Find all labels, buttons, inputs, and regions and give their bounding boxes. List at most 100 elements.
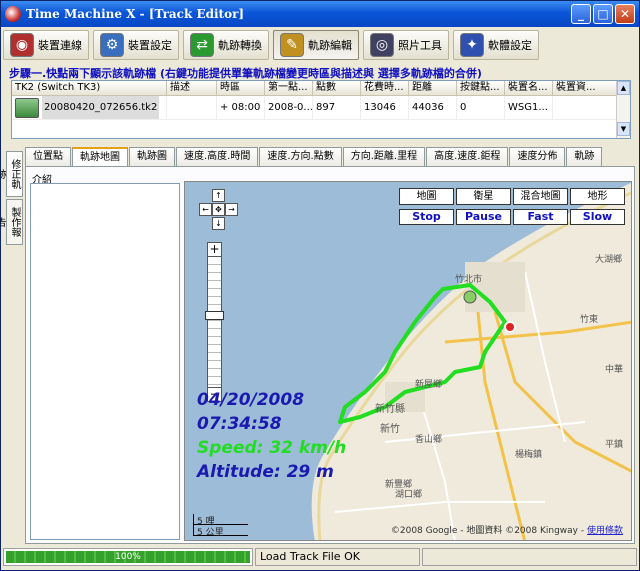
pan-up-icon[interactable]: ↑ [212, 189, 225, 202]
map-label: 新竹 [380, 422, 400, 435]
maximize-button[interactable]: □ [593, 4, 613, 24]
progress-bar: 100% [3, 548, 253, 566]
map-label: 楊梅鎮 [515, 448, 542, 460]
map-label: 竹北市 [455, 273, 482, 285]
app-logo-icon [5, 6, 21, 22]
table-row[interactable]: 20080420_072656.tk2 + 08:00 2008-0... 89… [12, 96, 630, 120]
side-tab-fix-track[interactable]: 修正軌跡 [0, 151, 23, 197]
photo-tool-button[interactable]: ◎ 照片工具 [363, 30, 449, 60]
track-edit-icon: ✎ [280, 33, 304, 57]
table-header: TK2 (Switch TK3) 描述 時區 第一點... 點數 花費時... … [12, 81, 630, 96]
map-label: 新屋鄉 [415, 378, 442, 390]
pan-center-icon[interactable]: ✥ [212, 203, 225, 216]
column-header[interactable]: 裝置名... [505, 81, 553, 96]
main-toolbar: ◉ 裝置連線 ⚙ 裝置設定 ⇄ 軌跡轉換 ✎ 軌跡編輯 ◎ 照片工具 ✦ 軟體設… [3, 28, 637, 62]
overlay-speed: Speed: 32 km/h [197, 438, 347, 458]
tab-track-chart[interactable]: 軌跡圖 [129, 147, 175, 166]
map-label: 大湖鄉 [595, 253, 622, 265]
table-scrollbar[interactable]: ▲ ▼ [616, 81, 630, 138]
zoom-in-icon[interactable]: + [207, 242, 222, 257]
map-label: 湖口鄉 [395, 488, 422, 500]
intro-textbox[interactable] [30, 183, 180, 540]
column-header[interactable]: 距離 [409, 81, 457, 96]
table-cell [167, 96, 217, 120]
column-header[interactable]: 按鍵點... [457, 81, 505, 96]
map-type-satellite[interactable]: 衛星 [456, 188, 511, 205]
map-label: 新豐鄉 [385, 478, 412, 490]
scroll-up-icon[interactable]: ▲ [617, 81, 630, 95]
tab-speed-altitude-time[interactable]: 速度.高度.時間 [176, 147, 259, 166]
map-label: 香山鄉 [415, 433, 442, 445]
tab-altitude-speed-range[interactable]: 高度.速度.鉅程 [426, 147, 509, 166]
track-file-table: TK2 (Switch TK3) 描述 時區 第一點... 點數 花費時... … [11, 80, 631, 139]
map-type-terrain[interactable]: 地形 [570, 188, 625, 205]
device-connect-icon: ◉ [10, 33, 34, 57]
map-type-map[interactable]: 地圖 [399, 188, 454, 205]
track-convert-button[interactable]: ⇄ 軌跡轉換 [183, 30, 269, 60]
track-map[interactable]: 竹北市 新豐鄉 湖口鄉 新竹縣 新竹 香山鄉 大湖鄉 竹東 中華 楊梅鎮 平鎮 … [184, 181, 632, 541]
device-connect-button[interactable]: ◉ 裝置連線 [3, 30, 89, 60]
terms-link[interactable]: 使用條款 [587, 526, 623, 536]
progress-fill: 100% [6, 551, 250, 563]
map-label: 平鎮 [605, 438, 623, 450]
tab-waypoints[interactable]: 位置點 [25, 147, 71, 166]
device-settings-button[interactable]: ⚙ 裝置設定 [93, 30, 179, 60]
fast-button[interactable]: Fast [513, 209, 568, 225]
status-message: Load Track File OK [255, 548, 420, 566]
table-cell: 13046 [361, 96, 409, 120]
column-header[interactable]: TK2 (Switch TK3) [12, 81, 167, 96]
scroll-down-icon[interactable]: ▼ [617, 122, 630, 136]
pan-left-icon[interactable]: ← [199, 203, 212, 216]
minimize-button[interactable]: _ [571, 4, 591, 24]
camera-icon: ◎ [370, 33, 394, 57]
table-cell [553, 96, 618, 120]
zoom-slider-thumb[interactable] [205, 311, 224, 320]
status-cell-empty [422, 548, 637, 566]
pause-button[interactable]: Pause [456, 209, 511, 225]
slow-button[interactable]: Slow [570, 209, 625, 225]
table-cell: 0 [457, 96, 505, 120]
window-title: Time Machine X - [Track Editor] [26, 7, 245, 21]
app-window: Time Machine X - [Track Editor] _ □ ✕ ◉ … [0, 0, 640, 571]
status-bar: 100% Load Track File OK [3, 548, 637, 568]
pan-down-icon[interactable]: ↓ [212, 217, 225, 230]
tab-track-more[interactable]: 軌跡 [566, 147, 603, 166]
zoom-slider[interactable] [205, 257, 224, 387]
track-convert-icon: ⇄ [190, 33, 214, 57]
map-scale: 5 哩 5 公里 [193, 514, 248, 538]
overlay-time: 07:34:58 [197, 414, 282, 434]
zoom-control: + − [205, 242, 224, 402]
column-header[interactable]: 點數 [313, 81, 361, 96]
map-copyright: ©2008 Google - 地圖資料 ©2008 Kingway - 使用條款 [390, 526, 623, 536]
pan-control: ↑ ← ✥ → ↓ [195, 189, 243, 237]
tab-track-map[interactable]: 軌跡地圖 [72, 147, 128, 167]
table-cell: 2008-0... [265, 96, 313, 120]
title-bar[interactable]: Time Machine X - [Track Editor] _ □ ✕ [1, 1, 639, 27]
column-header[interactable]: 裝置資... [553, 81, 618, 96]
map-background: 竹北市 新豐鄉 湖口鄉 新竹縣 新竹 香山鄉 大湖鄉 竹東 中華 楊梅鎮 平鎮 … [311, 182, 631, 540]
stop-button[interactable]: Stop [399, 209, 454, 225]
column-header[interactable]: 花費時... [361, 81, 409, 96]
track-file-icon [15, 97, 39, 118]
table-cell: + 08:00 [217, 96, 265, 120]
tab-speed-distribution[interactable]: 速度分佈 [509, 147, 566, 166]
view-tabs: 位置點 軌跡地圖 軌跡圖 速度.高度.時間 速度.方向.點數 方向.距離.里程 … [25, 147, 633, 167]
column-header[interactable]: 描述 [167, 81, 217, 96]
map-type-hybrid[interactable]: 混合地圖 [513, 188, 568, 205]
playback-controls: Stop Pause Fast Slow [399, 209, 625, 225]
track-edit-button[interactable]: ✎ 軌跡編輯 [273, 30, 359, 60]
map-type-selector: 地圖 衛星 混合地圖 地形 [399, 188, 625, 205]
column-header[interactable]: 第一點... [265, 81, 313, 96]
overlay-date: 04/20/2008 [197, 390, 305, 410]
software-settings-button[interactable]: ✦ 軟體設定 [453, 30, 539, 60]
tab-speed-direction-points[interactable]: 速度.方向.點數 [259, 147, 342, 166]
column-header[interactable]: 時區 [217, 81, 265, 96]
overlay-altitude: Altitude: 29 m [197, 462, 334, 482]
step-instruction: 步驟一.快點兩下顯示該軌跡檔 (右鍵功能提供單筆軌跡檔變更時區與描述與 選擇多軌… [9, 67, 482, 80]
map-label: 中華 [605, 363, 623, 375]
close-button[interactable]: ✕ [615, 4, 635, 24]
table-cell: 44036 [409, 96, 457, 120]
tab-direction-distance-mileage[interactable]: 方向.距離.里程 [342, 147, 426, 166]
side-tab-make-report[interactable]: 製作報告 [0, 199, 23, 245]
pan-right-icon[interactable]: → [225, 203, 238, 216]
